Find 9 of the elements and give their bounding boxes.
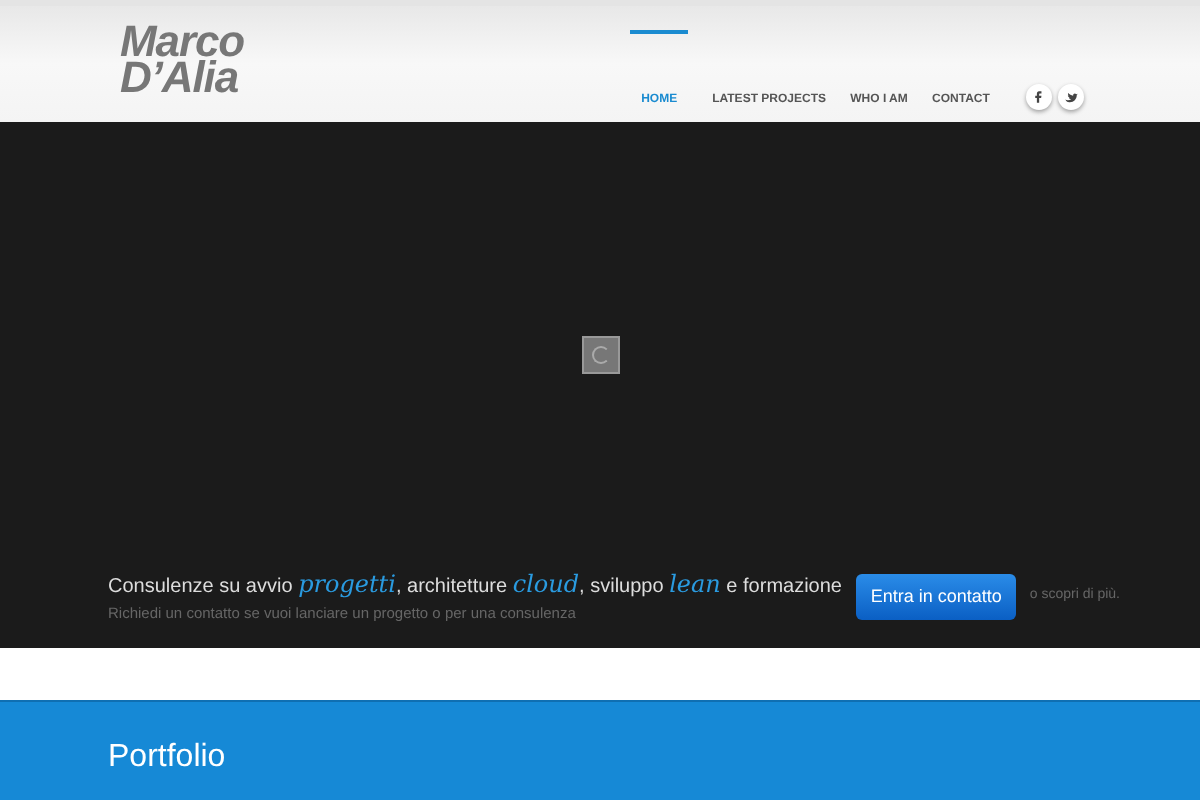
active-indicator [630, 30, 689, 34]
hero-tagline: Consulenze su avvio progetti, architetture cloud, sviluppo lean e formazione [108, 569, 844, 602]
loading-spinner-icon [581, 336, 619, 375]
twitter-icon[interactable] [1058, 84, 1084, 110]
contact-button[interactable]: Entra in contatto [856, 573, 1016, 621]
logo-text[interactable]: D’Alia [120, 60, 245, 96]
section-title: Portfolio [108, 738, 228, 778]
facebook-icon[interactable] [1026, 84, 1052, 110]
logo-text[interactable]: Marco [120, 24, 245, 60]
